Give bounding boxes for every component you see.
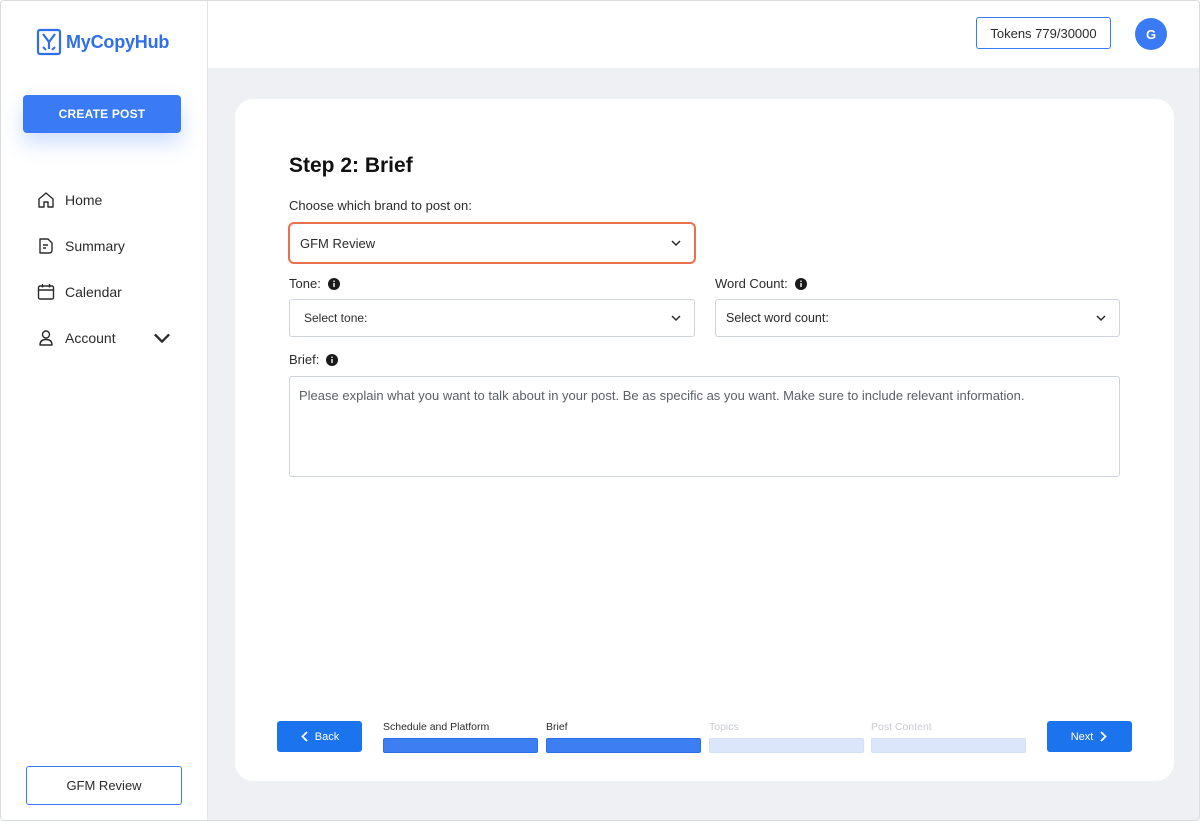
progress-step-brief: Brief: [546, 721, 701, 753]
brief-label: Brief:: [289, 352, 339, 367]
back-button[interactable]: Back: [277, 721, 362, 752]
sidebar-item-label: Summary: [65, 238, 125, 254]
progress-bar: [871, 738, 1026, 753]
page-title: Step 2: Brief: [289, 154, 413, 177]
progress-step-label: Schedule and Platform: [383, 721, 490, 733]
app-name: MyCopyHub: [66, 31, 170, 52]
progress-bar: [709, 738, 864, 753]
avatar[interactable]: G: [1135, 18, 1167, 50]
chevron-down-icon: [671, 240, 681, 247]
tone-select[interactable]: Select tone:: [289, 299, 695, 337]
sidebar: MyCopyHub CREATE POST Home Summary Calen…: [1, 1, 208, 820]
summary-icon: [39, 238, 53, 254]
brief-form-card: Step 2: Brief Choose which brand to post…: [235, 99, 1174, 781]
sidebar-nav: Home Summary Calendar Account: [36, 177, 186, 361]
tone-label: Tone:: [289, 276, 340, 291]
info-icon[interactable]: [326, 353, 339, 366]
brand-select[interactable]: GFM Review: [288, 222, 696, 264]
create-post-button[interactable]: CREATE POST: [23, 95, 181, 133]
sidebar-item-summary[interactable]: Summary: [36, 223, 186, 269]
chevron-left-icon: [300, 731, 308, 742]
sidebar-item-account[interactable]: Account: [36, 315, 186, 361]
home-icon: [38, 192, 54, 208]
sidebar-item-label: Calendar: [65, 284, 122, 300]
progress-step-label: Post Content: [871, 721, 932, 733]
logo[interactable]: MyCopyHub: [36, 27, 169, 57]
chevron-down-icon: [671, 315, 681, 322]
chevron-down-icon: [1096, 315, 1106, 322]
next-button[interactable]: Next: [1047, 721, 1132, 752]
next-button-label: Next: [1070, 730, 1094, 743]
progress-step-post-content: Post Content: [871, 721, 1026, 753]
word-count-select-value: Select word count:: [726, 311, 829, 325]
brand-label: Choose which brand to post on:: [289, 198, 472, 213]
chevron-down-icon[interactable]: [152, 328, 172, 348]
word-count-select[interactable]: Select word count:: [715, 299, 1120, 337]
progress-bar: [546, 738, 701, 753]
user-icon: [39, 330, 53, 346]
sidebar-item-home[interactable]: Home: [36, 177, 186, 223]
word-count-label: Word Count:: [715, 276, 807, 291]
brand-label-text: Choose which brand to post on:: [289, 198, 472, 213]
progress-step-label: Topics: [709, 721, 739, 733]
word-count-label-text: Word Count:: [715, 276, 788, 291]
progress-step-schedule: Schedule and Platform: [383, 721, 538, 753]
tone-label-text: Tone:: [289, 276, 321, 291]
topbar: Tokens 779/30000 G: [208, 1, 1199, 68]
info-icon[interactable]: [794, 277, 807, 290]
calendar-icon: [37, 284, 55, 300]
progress-bar: [383, 738, 538, 753]
brand-select-value: GFM Review: [300, 235, 376, 251]
app-window: MyCopyHub CREATE POST Home Summary Calen…: [0, 0, 1200, 821]
progress-step-label: Brief: [546, 721, 568, 733]
chevron-right-icon: [1100, 731, 1108, 742]
sidebar-item-label: Home: [65, 192, 103, 208]
sidebar-item-calendar[interactable]: Calendar: [36, 269, 186, 315]
info-icon[interactable]: [327, 277, 340, 290]
sidebar-item-label: Account: [65, 330, 116, 346]
tone-select-value: Select tone:: [304, 311, 368, 325]
logo-icon: [36, 28, 62, 56]
back-button-label: Back: [314, 730, 340, 743]
tokens-badge: Tokens 779/30000: [976, 17, 1111, 49]
brief-textarea[interactable]: Please explain what you want to talk abo…: [289, 376, 1120, 477]
brief-label-text: Brief:: [289, 352, 320, 367]
progress-step-topics: Topics: [709, 721, 864, 753]
brand-switch-button[interactable]: GFM Review: [26, 766, 182, 805]
